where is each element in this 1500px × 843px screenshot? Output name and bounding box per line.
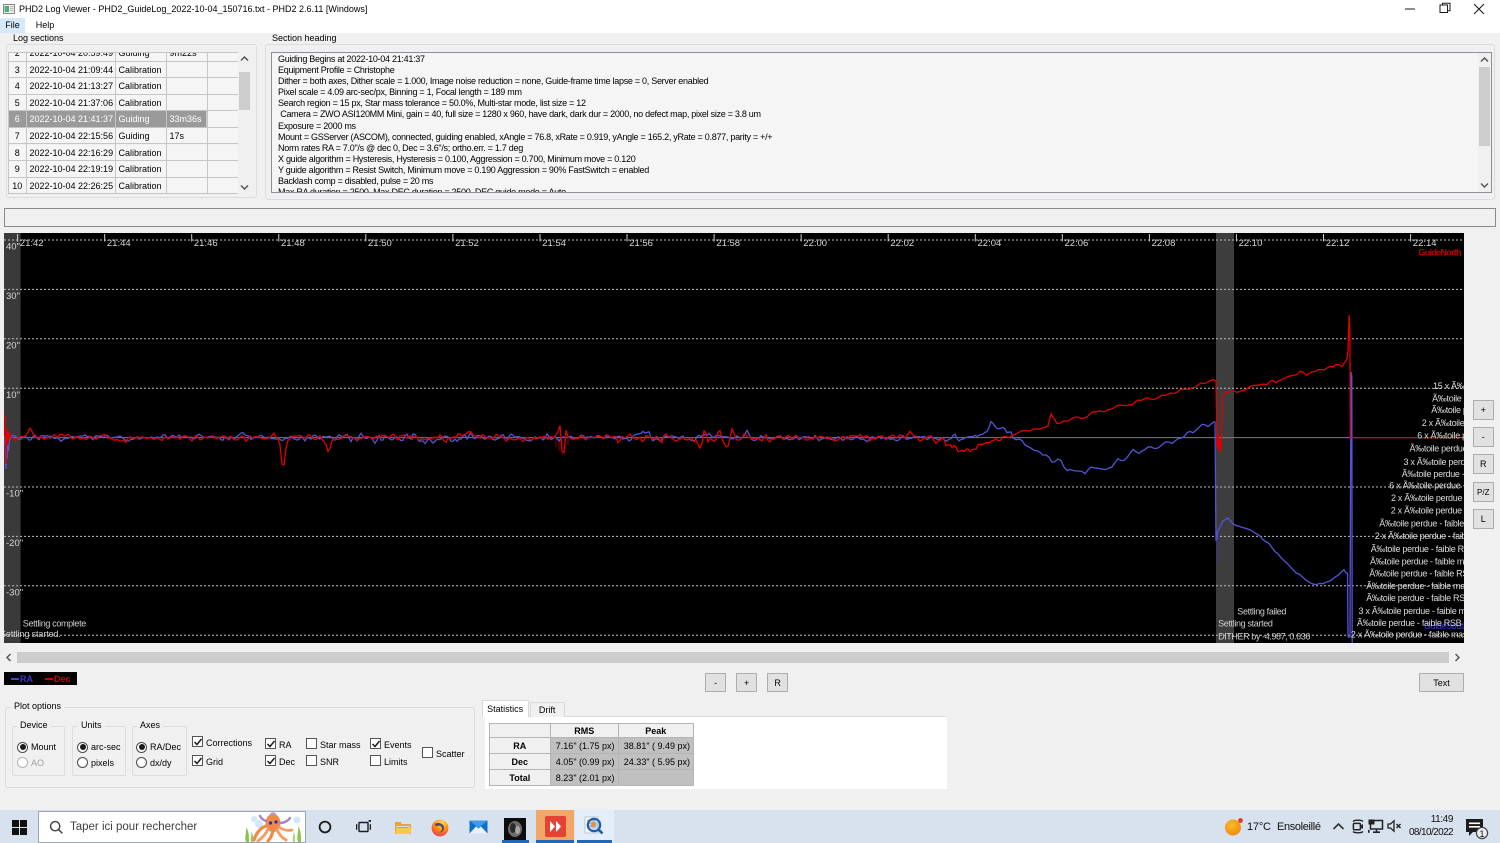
svg-text:DITHER by -4.987, 0.636: DITHER by -4.987, 0.636	[1218, 631, 1310, 641]
svg-text:6 x Ã‰toile perdue - faible ma: 6 x Ã‰toile perdue - faible masse	[1389, 481, 1464, 491]
svg-text:40": 40"	[6, 242, 20, 253]
svg-text:2 x Ã‰toile perdue - faible ma: 2 x Ã‰toile perdue - faible masse	[1391, 493, 1464, 503]
svg-text:GuideNorth: GuideNorth	[1419, 248, 1462, 258]
svg-text:22:00: 22:00	[803, 238, 827, 249]
svg-text:22:10: 22:10	[1239, 238, 1263, 249]
svg-text:21:56: 21:56	[629, 238, 653, 249]
svg-text:20": 20"	[6, 341, 20, 352]
svg-text:Ã‰toile perdue - faible masse: Ã‰toile perdue - faible masse	[1410, 443, 1465, 453]
svg-text:22:12: 22:12	[1326, 238, 1350, 249]
svg-text:15 x Ã‰toile perdue - faible m: 15 x Ã‰toile perdue - faible masse	[1433, 381, 1464, 391]
svg-text:-30": -30"	[6, 588, 23, 599]
svg-text:Settling complete: Settling complete	[23, 618, 86, 628]
svg-text:21:42: 21:42	[20, 238, 44, 249]
svg-text:Settling started: Settling started	[1218, 619, 1273, 629]
svg-text:21:54: 21:54	[542, 238, 566, 249]
svg-text:Settling started.: Settling started.	[4, 629, 61, 639]
svg-text:Ã‰toile perdue - faible RSB: Ã‰toile perdue - faible RSB	[1357, 618, 1462, 628]
svg-text:21:46: 21:46	[194, 238, 218, 249]
svg-text:3 x Ã‰toile perdue - faible ma: 3 x Ã‰toile perdue - faible masse	[1404, 457, 1465, 467]
svg-text:10": 10"	[6, 390, 20, 401]
svg-text:21:58: 21:58	[716, 238, 740, 249]
svg-text:22:02: 22:02	[890, 238, 914, 249]
svg-text:21:52: 21:52	[455, 238, 479, 249]
svg-text:6 x Ã‰toile perdue - faible ma: 6 x Ã‰toile perdue - faible masse	[1417, 430, 1464, 440]
svg-text:21:44: 21:44	[107, 238, 131, 249]
svg-text:3 x Ã‰toile perdue - faible ma: 3 x Ã‰toile perdue - faible masse	[1359, 606, 1465, 616]
svg-text:2 x Ã‰toile perdue - faible ma: 2 x Ã‰toile perdue - faible masse	[1375, 531, 1464, 541]
svg-text:Ã‰toile perdue - faible masse: Ã‰toile perdue - faible masse	[1370, 556, 1464, 566]
svg-text:1: 1	[1479, 829, 1484, 839]
svg-text:22:04: 22:04	[978, 238, 1002, 249]
svg-text:Ã‰toile perdue - faible masse: Ã‰toile perdue - faible masse	[1431, 405, 1464, 415]
svg-text:22:06: 22:06	[1065, 238, 1089, 249]
svg-text:Ã‰toile perdue - faible RSB: Ã‰toile perdue - faible RSB	[1366, 593, 1464, 603]
svg-text:2 x Ã‰toile perdue - faible ma: 2 x Ã‰toile perdue - faible masse	[1351, 630, 1464, 640]
svg-text:Ã‰toile perdue - faible RSB: Ã‰toile perdue - faible RSB	[1369, 569, 1464, 579]
svg-text:Ã‰toile perdue - faible masse: Ã‰toile perdue - faible masse	[1432, 394, 1464, 404]
svg-text:21:48: 21:48	[281, 238, 305, 249]
svg-text:2 x Ã‰toile perdue - faible ma: 2 x Ã‰toile perdue - faible masse	[1391, 506, 1464, 516]
svg-text:Ã‰toile perdue - faible masse: Ã‰toile perdue - faible masse	[1366, 581, 1464, 591]
svg-text:Settling failed: Settling failed	[1237, 607, 1286, 617]
svg-text:22:08: 22:08	[1152, 238, 1176, 249]
svg-text:Ã‰toile perdue - faible masse: Ã‰toile perdue - faible masse	[1379, 519, 1464, 529]
svg-text:2 x Ã‰toile perdue - faible ma: 2 x Ã‰toile perdue - faible masse	[1422, 418, 1464, 428]
svg-text:-10": -10"	[6, 489, 23, 500]
svg-text:21:50: 21:50	[368, 238, 392, 249]
svg-text:-20": -20"	[6, 538, 23, 549]
svg-text:Ã‰toile perdue - faible masse: Ã‰toile perdue - faible masse	[1402, 469, 1464, 479]
svg-text:Ã‰toile perdue - faible RSB: Ã‰toile perdue - faible RSB	[1371, 544, 1464, 554]
svg-text:30": 30"	[6, 291, 20, 302]
